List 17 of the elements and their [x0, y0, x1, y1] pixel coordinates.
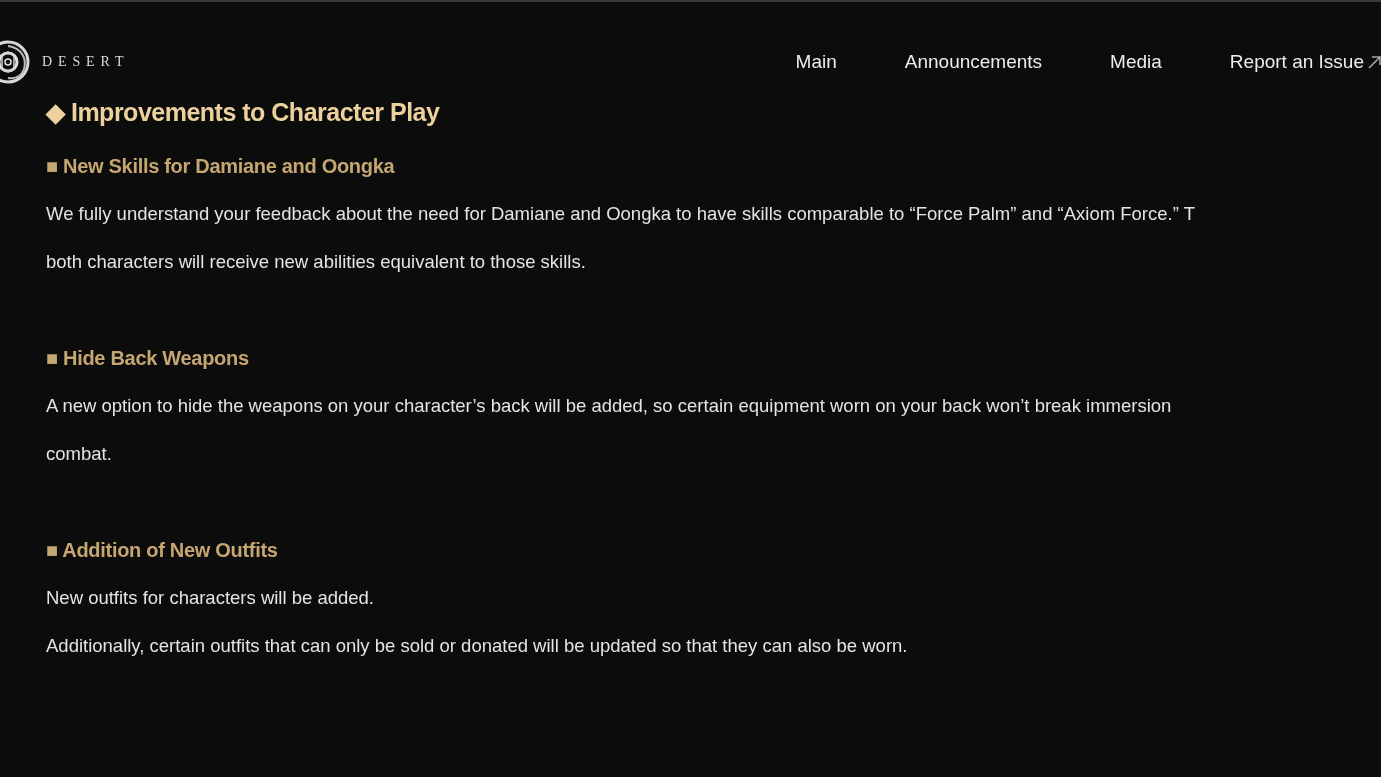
nav-link[interactable]: Announcements: [904, 50, 1043, 74]
logo-wordmark: DESERT: [42, 55, 130, 69]
nav-link[interactable]: Report an Issue: [1229, 50, 1381, 74]
body-text: We fully understand your feedback about the need for Damiane and Oongka to have skills comparable to “Force Palm” and “Axiom Force.” T: [46, 202, 1195, 226]
body-text: New outfits for characters will be added.: [46, 586, 374, 610]
section-heading: ■ Addition of New Outfits: [46, 538, 278, 563]
nav-link[interactable]: Media: [1110, 50, 1162, 74]
section-heading: ■ New Skills for Damiane and Oongka: [46, 154, 395, 179]
body-text: both characters will receive new abilities equivalent to those skills.: [46, 250, 586, 274]
nav-link[interactable]: Main: [795, 50, 837, 74]
article-heading: ◆ Improvements to Character Play: [46, 97, 440, 128]
logo-emblem-icon: [0, 39, 31, 85]
body-text: combat.: [46, 442, 112, 466]
external-link-arrow-icon: [1368, 55, 1381, 69]
body-text: Additionally, certain outfits that can only be sold or donated will be updated so that they can also be worn.: [46, 634, 908, 658]
section-heading: ■ Hide Back Weapons: [46, 346, 249, 371]
body-text: A new option to hide the weapons on your character’s back will be added, so certain equipment worn on your back won’t break immersion: [46, 394, 1172, 418]
